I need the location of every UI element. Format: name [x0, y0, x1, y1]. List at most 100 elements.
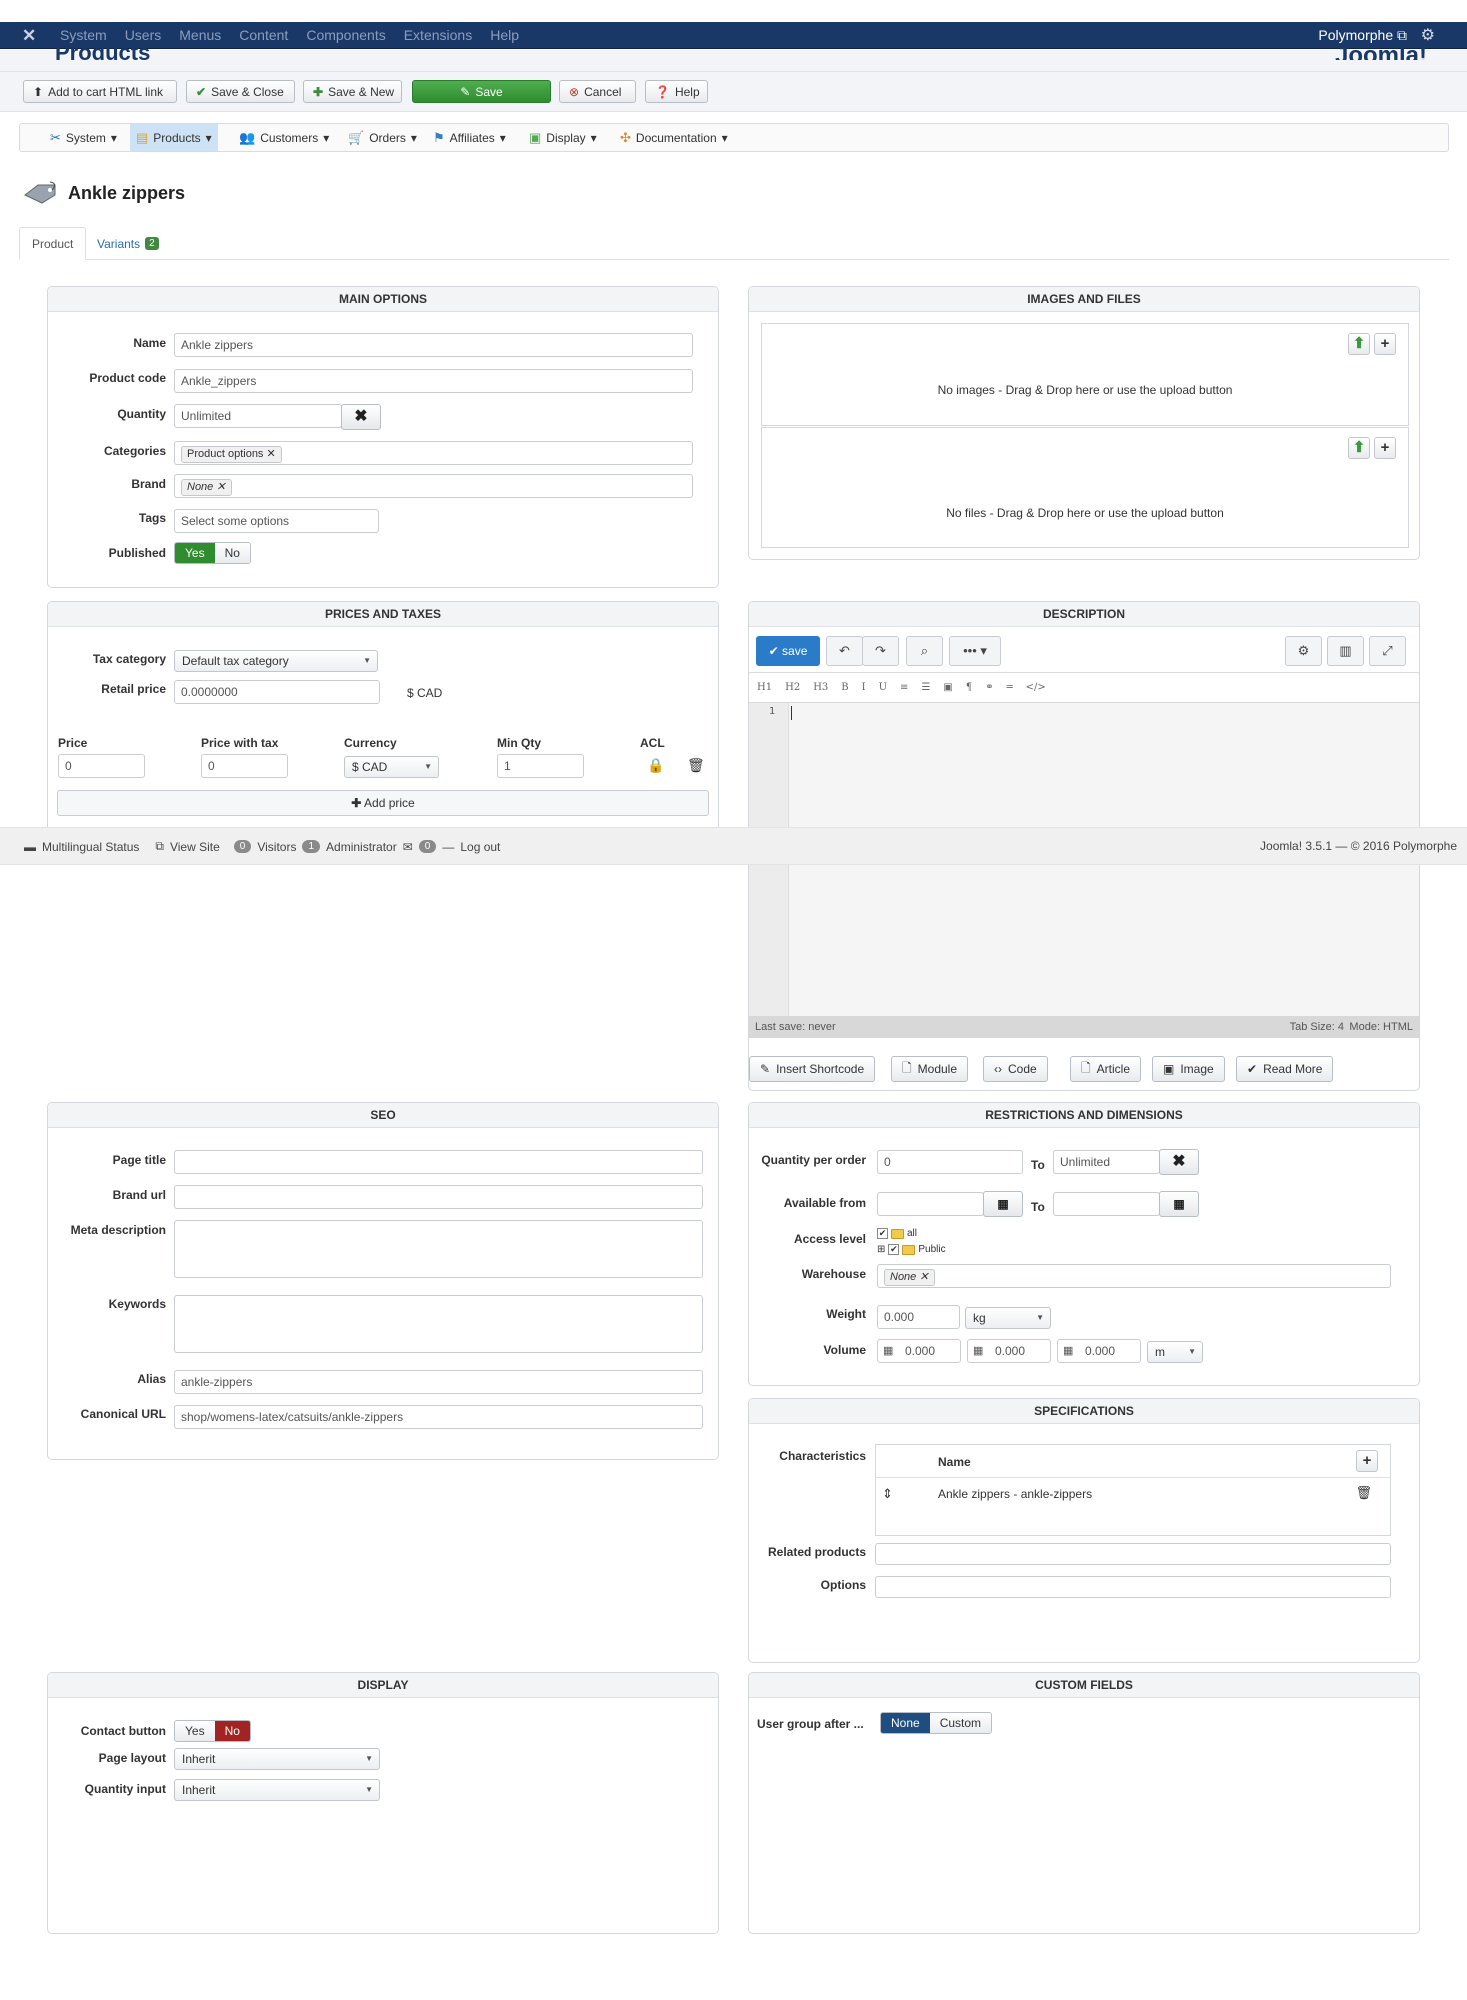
h1-button[interactable]: H1: [757, 682, 772, 693]
volume-z-field[interactable]: ▦ 0.000: [1057, 1339, 1141, 1363]
menu-content[interactable]: Content: [239, 27, 288, 43]
published-no-button[interactable]: No: [214, 543, 250, 563]
category-chip[interactable]: Product options ✕: [181, 446, 282, 463]
meta-description-field[interactable]: [174, 1220, 703, 1278]
tab-product[interactable]: Product: [19, 227, 87, 260]
options-field[interactable]: [875, 1576, 1391, 1598]
page-title-field[interactable]: [174, 1150, 703, 1174]
warehouse-chip[interactable]: None ✕: [884, 1269, 935, 1286]
fullscreen-button[interactable]: ⤢: [1369, 636, 1406, 666]
brand-field[interactable]: None ✕: [174, 474, 693, 498]
files-dropzone[interactable]: ⬆ + No files - Drag & Drop here or use t…: [761, 427, 1409, 548]
read-more-button[interactable]: ✔ Read More: [1236, 1056, 1334, 1082]
price-field[interactable]: 0: [58, 754, 145, 778]
joomla-logo-icon[interactable]: ✕: [22, 26, 36, 46]
volume-unit-select[interactable]: m ▼: [1147, 1341, 1203, 1363]
categories-field[interactable]: Product options ✕: [174, 441, 693, 465]
view-site-link[interactable]: View Site: [170, 840, 220, 854]
menu-help[interactable]: Help: [490, 27, 519, 43]
code-button[interactable]: ‹› Code: [983, 1056, 1048, 1082]
menu-menus[interactable]: Menus: [179, 27, 221, 43]
quantity-field[interactable]: Unlimited: [174, 404, 342, 428]
calendar-from-button[interactable]: ▦: [983, 1191, 1023, 1217]
search-button[interactable]: ⌕: [906, 636, 943, 666]
redo-button[interactable]: ↷: [862, 636, 899, 666]
menu-extensions[interactable]: Extensions: [404, 27, 472, 43]
compmenu-products[interactable]: ▤ Products ▾: [130, 124, 218, 151]
retail-price-field[interactable]: 0.0000000: [174, 680, 380, 704]
user-group-none-button[interactable]: None: [881, 1713, 930, 1733]
cancel-button[interactable]: ⊗ Cancel: [559, 80, 636, 103]
brand-url-field[interactable]: [174, 1185, 703, 1209]
save-close-button[interactable]: ✔ Save & Close: [186, 80, 295, 103]
tab-variants[interactable]: Variants 2: [85, 227, 171, 260]
trash-icon[interactable]: 🗑: [1355, 1485, 1372, 1501]
tax-category-select[interactable]: Default tax category ▼: [174, 650, 378, 672]
page-layout-select[interactable]: Inherit ▼: [174, 1748, 380, 1770]
menu-components[interactable]: Components: [306, 27, 385, 43]
hr-icon[interactable]: ═: [1007, 682, 1013, 693]
compmenu-customers[interactable]: 👥 Customers ▾: [233, 124, 335, 151]
bold-button[interactable]: B: [841, 682, 848, 693]
qpo-to-field[interactable]: Unlimited: [1053, 1150, 1160, 1174]
remove-chip-icon[interactable]: ✕: [919, 1271, 928, 1283]
name-field[interactable]: Ankle zippers: [174, 333, 693, 357]
qpo-from-field[interactable]: 0: [877, 1150, 1023, 1174]
print-button[interactable]: ▥: [1327, 636, 1364, 666]
editor-settings-button[interactable]: ⚙: [1285, 636, 1322, 666]
user-group-custom-button[interactable]: Custom: [929, 1713, 992, 1733]
add-price-button[interactable]: ✚ Add price: [57, 790, 709, 816]
available-from-field[interactable]: [877, 1192, 984, 1216]
weight-field[interactable]: 0.000: [877, 1305, 960, 1329]
clear-quantity-button[interactable]: ✖: [341, 404, 381, 430]
add-icon[interactable]: +: [1374, 437, 1396, 459]
logout-link[interactable]: Log out: [460, 840, 500, 854]
add-icon[interactable]: +: [1374, 333, 1396, 355]
link-icon[interactable]: ⚭: [985, 682, 993, 693]
upload-icon[interactable]: ⬆: [1348, 437, 1370, 459]
h3-button[interactable]: H3: [813, 682, 828, 693]
editor-save-button[interactable]: ✔ save: [756, 636, 820, 666]
undo-button[interactable]: ↶: [826, 636, 863, 666]
clear-qpo-button[interactable]: ✖: [1159, 1149, 1199, 1175]
product-code-field[interactable]: Ankle_zippers: [174, 369, 693, 393]
currency-select[interactable]: $ CAD ▼: [344, 756, 439, 778]
contact-yes-button[interactable]: Yes: [175, 1721, 215, 1741]
compmenu-system[interactable]: ✂ System ▾: [44, 124, 123, 151]
upload-icon[interactable]: ⬆: [1348, 333, 1370, 355]
alias-field[interactable]: ankle-zippers: [174, 1370, 703, 1394]
brand-chip[interactable]: None ✕: [181, 479, 232, 496]
images-dropzone[interactable]: ⬆ + No images - Drag & Drop here or use …: [761, 323, 1409, 426]
lock-icon[interactable]: 🔒: [647, 757, 664, 774]
italic-button[interactable]: I: [862, 682, 866, 693]
access-public-item[interactable]: ⊞ ✔ Public: [877, 1244, 946, 1255]
mail-icon[interactable]: ✉: [403, 840, 413, 854]
expand-tree-icon[interactable]: ⊞: [877, 1244, 885, 1255]
trash-icon[interactable]: 🗑: [687, 757, 705, 774]
remove-chip-icon[interactable]: ✕: [267, 448, 276, 460]
compmenu-orders[interactable]: 🛒 Orders ▾: [342, 124, 423, 151]
remove-chip-icon[interactable]: ✕: [216, 481, 225, 493]
add-characteristic-button[interactable]: +: [1356, 1450, 1378, 1472]
help-button[interactable]: ❓ Help: [645, 80, 708, 103]
warehouse-field[interactable]: None ✕: [877, 1264, 1391, 1288]
volume-y-field[interactable]: ▦ 0.000: [967, 1339, 1051, 1363]
h2-button[interactable]: H2: [785, 682, 800, 693]
article-button[interactable]: 🗋 Article: [1070, 1056, 1141, 1082]
image-icon[interactable]: ▣: [943, 682, 952, 693]
drag-handle-icon[interactable]: ⇕: [882, 1486, 893, 1502]
module-button[interactable]: 🗋 Module: [891, 1056, 969, 1082]
image-button[interactable]: ▣ Image: [1152, 1056, 1225, 1082]
canonical-url-field[interactable]: shop/womens-latex/catsuits/ankle-zippers: [174, 1405, 703, 1429]
compmenu-documentation[interactable]: ✣ Documentation ▾: [614, 124, 734, 151]
save-new-button[interactable]: ✚ Save & New: [303, 80, 402, 103]
keywords-field[interactable]: [174, 1295, 703, 1353]
save-button[interactable]: ✎ Save: [412, 80, 551, 103]
available-to-field[interactable]: [1053, 1192, 1160, 1216]
related-products-field[interactable]: [875, 1543, 1391, 1565]
checkbox-checked-icon[interactable]: ✔: [888, 1244, 900, 1255]
tags-field[interactable]: Select some options: [174, 509, 379, 533]
checkbox-checked-icon[interactable]: ✔: [877, 1228, 888, 1239]
published-yes-button[interactable]: Yes: [175, 543, 215, 563]
ordered-list-icon[interactable]: ≡: [900, 682, 908, 693]
